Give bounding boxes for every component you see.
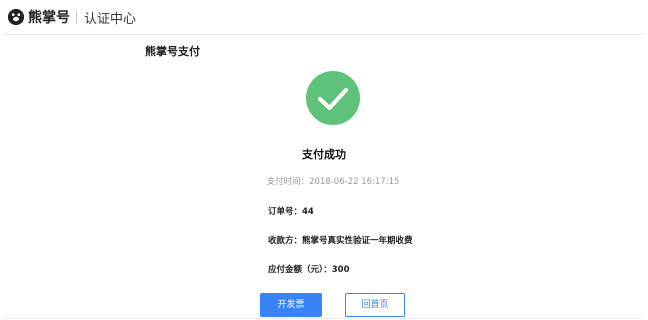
amount-row: 应付金额（元）：300 bbox=[268, 263, 350, 275]
brand-divider bbox=[76, 11, 77, 23]
page: 熊掌号 认证中心 熊掌号支付 支付成功 支付时间：2018-06-22 16:1… bbox=[0, 0, 648, 320]
footer-divider bbox=[4, 318, 642, 319]
check-circle-icon bbox=[306, 71, 360, 125]
payee-value: 熊掌号真实性验证一年期收费 bbox=[302, 236, 413, 246]
section-title: 熊掌号支付 bbox=[145, 45, 200, 58]
back-home-button[interactable]: 回首页 bbox=[345, 293, 405, 317]
top-header: 熊掌号 认证中心 bbox=[0, 0, 648, 34]
amount-value: 300 bbox=[331, 265, 350, 275]
payment-time-label: 支付时间： bbox=[266, 177, 310, 187]
bear-paw-icon bbox=[8, 9, 24, 25]
header-subtitle: 认证中心 bbox=[84, 11, 137, 27]
amount-label: 应付金额（元）： bbox=[268, 265, 332, 275]
payee-row: 收款方：熊掌号真实性验证一年期收费 bbox=[268, 234, 413, 246]
issue-invoice-button[interactable]: 开发票 bbox=[260, 293, 322, 317]
payment-status-title: 支付成功 bbox=[302, 148, 346, 161]
brand-logo[interactable]: 熊掌号 认证中心 bbox=[8, 7, 136, 27]
header-divider bbox=[4, 34, 642, 35]
order-number-row: 订单号：44 bbox=[268, 205, 314, 217]
payment-time-value: 2018-06-22 16:17:15 bbox=[309, 177, 400, 187]
order-number-value: 44 bbox=[302, 207, 314, 217]
payment-time: 支付时间：2018-06-22 16:17:15 bbox=[0, 175, 648, 187]
brand-name: 熊掌号 bbox=[28, 10, 70, 26]
payee-label: 收款方： bbox=[268, 236, 303, 246]
order-number-label: 订单号： bbox=[268, 207, 303, 217]
